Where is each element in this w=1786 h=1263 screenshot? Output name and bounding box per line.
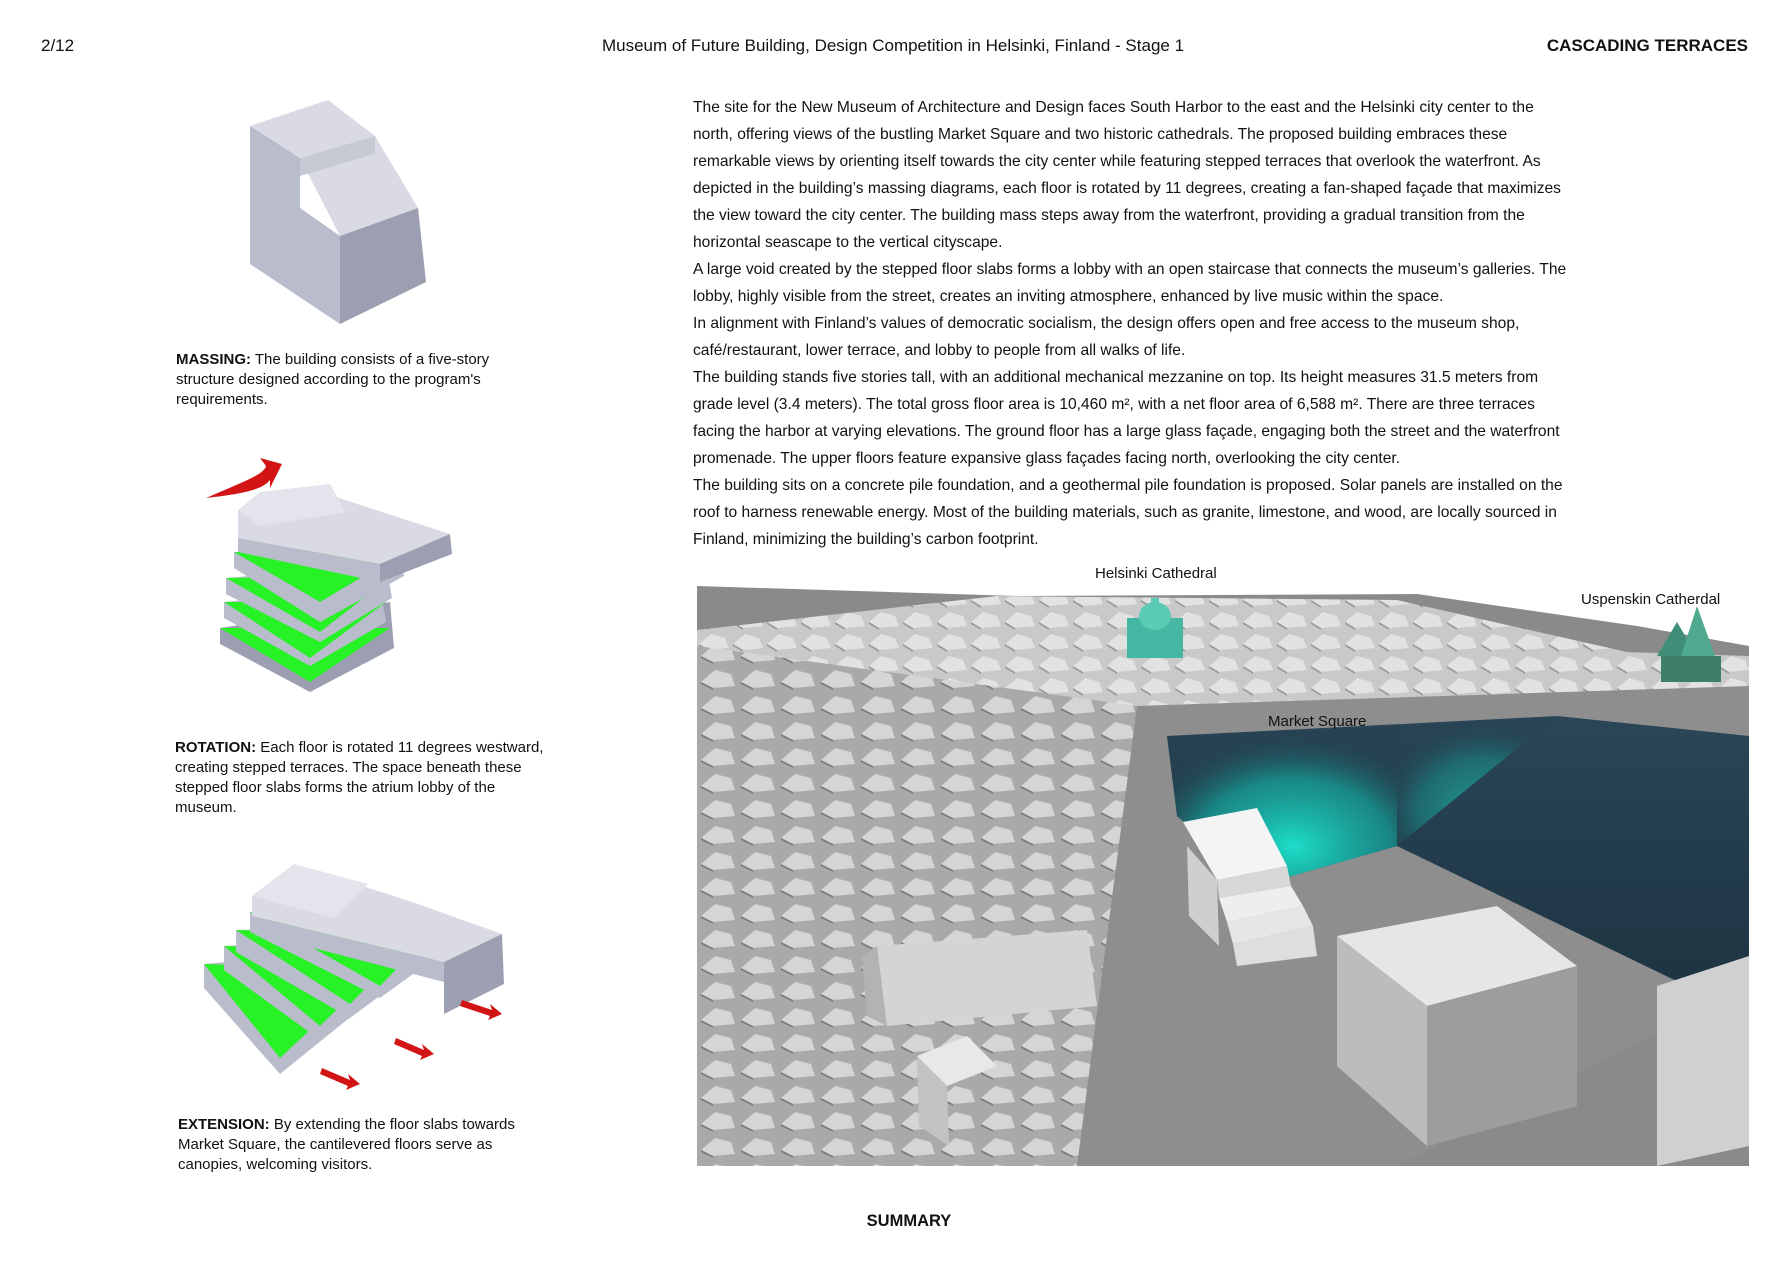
extension-caption: EXTENSION: By extending the floor slabs … xyxy=(178,1115,550,1175)
summary-title: SUMMARY xyxy=(866,1212,952,1230)
sheet-title: CASCADING TERRACES xyxy=(1546,36,1748,55)
description-paragraph: The building sits on a concrete pile fou… xyxy=(693,477,1563,548)
massing-diagram xyxy=(250,100,426,324)
description-paragraph: The site for the New Museum of Architect… xyxy=(693,99,1561,251)
massing-caption: MASSING: The building consists of a five… xyxy=(176,350,548,410)
rotation-label: ROTATION: xyxy=(175,739,257,756)
extension-label: EXTENSION: xyxy=(178,1116,270,1133)
description-paragraph: In alignment with Finland’s values of de… xyxy=(693,315,1520,359)
site-render xyxy=(697,586,1749,1166)
rotation-caption: ROTATION: Each floor is rotated 11 degre… xyxy=(175,738,547,818)
rotation-diagram xyxy=(206,458,452,692)
description-paragraph: A large void created by the stepped floo… xyxy=(693,261,1567,305)
massing-label: MASSING: xyxy=(176,351,251,368)
market-square-label: Market Square xyxy=(1268,713,1367,730)
description-paragraph: The building stands five stories tall, w… xyxy=(693,369,1560,467)
project-description: The site for the New Museum of Architect… xyxy=(693,94,1573,553)
project-title: Museum of Future Building, Design Compet… xyxy=(601,36,1185,55)
helsinki-cathedral-label: Helsinki Cathedral xyxy=(1095,565,1217,582)
extension-diagram xyxy=(204,864,504,1090)
uspenskin-cathedral-label: Uspenskin Catherdal xyxy=(1581,591,1721,608)
